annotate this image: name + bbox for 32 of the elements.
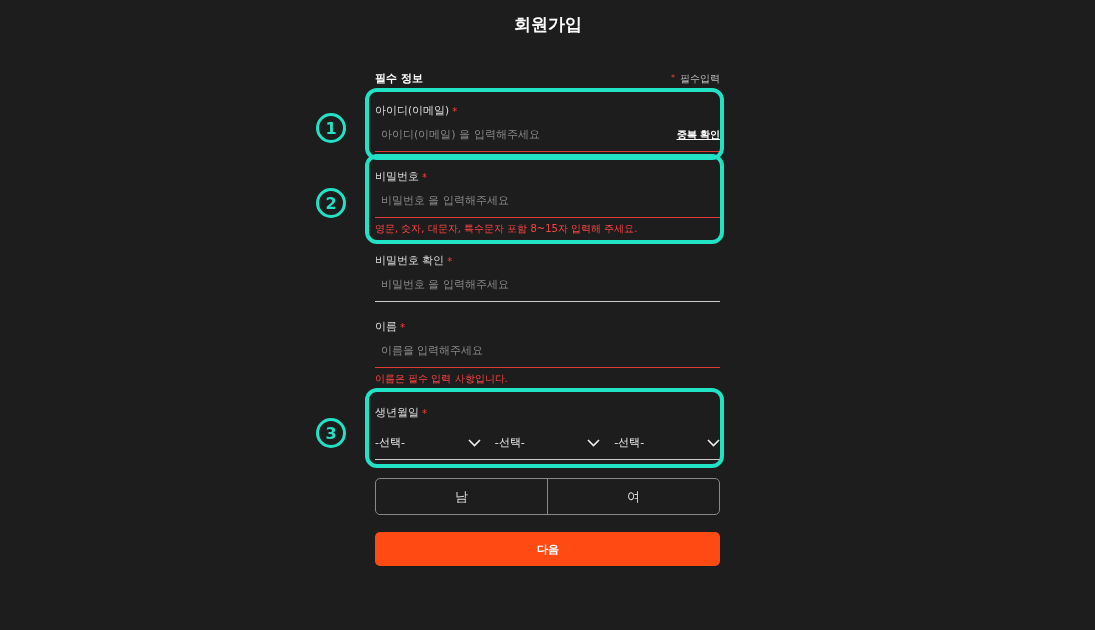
dropdown[interactable]: -선택- bbox=[375, 435, 481, 450]
dropdown[interactable]: -선택- bbox=[494, 435, 601, 450]
chevron-down-icon bbox=[587, 438, 601, 447]
field-label: 비밀번호 bbox=[375, 170, 419, 184]
annotation-number: 3 bbox=[316, 418, 346, 448]
field-label: 생년월일 bbox=[375, 406, 419, 420]
required-mark: * bbox=[422, 171, 427, 183]
input-field[interactable]: 아이디(이메일) 을 입력해주세요 bbox=[375, 128, 677, 141]
required-mark: * bbox=[671, 74, 675, 83]
error-message: 이름은 필수 입력 사항입니다. bbox=[375, 372, 509, 386]
input-field[interactable]: 이름을 입력해주세요 bbox=[375, 344, 720, 357]
dropdown[interactable]: -선택- bbox=[614, 435, 720, 450]
field-label: 아이디(이메일) bbox=[375, 104, 450, 118]
gender-option[interactable]: 남 bbox=[376, 479, 547, 514]
gender-option[interactable]: 여 bbox=[547, 479, 719, 514]
chevron-down-icon bbox=[707, 438, 720, 447]
required-note: 필수입력 bbox=[680, 71, 720, 86]
duplicate-check-link[interactable]: 중복 확인 bbox=[676, 127, 720, 142]
section-title: 필수 정보 bbox=[375, 71, 423, 86]
required-mark: * bbox=[400, 321, 405, 333]
annotation-number: 1 bbox=[316, 113, 346, 143]
error-message: 영문, 숫자, 대문자, 특수문자 포함 8~15자 입력해 주세요. bbox=[375, 222, 639, 236]
field-label: 이름 bbox=[375, 320, 397, 334]
required-mark: * bbox=[452, 105, 458, 117]
chevron-down-icon bbox=[467, 438, 481, 447]
input-field[interactable]: 비밀번호 을 입력해주세요 bbox=[375, 278, 720, 291]
input-field[interactable]: 비밀번호 을 입력해주세요 bbox=[375, 194, 720, 207]
required-mark: * bbox=[447, 255, 453, 267]
annotation-number: 2 bbox=[316, 188, 346, 218]
page-title: 회원가입 bbox=[512, 13, 583, 36]
field-label: 비밀번호 확인 bbox=[375, 254, 445, 268]
required-mark: * bbox=[422, 407, 427, 419]
